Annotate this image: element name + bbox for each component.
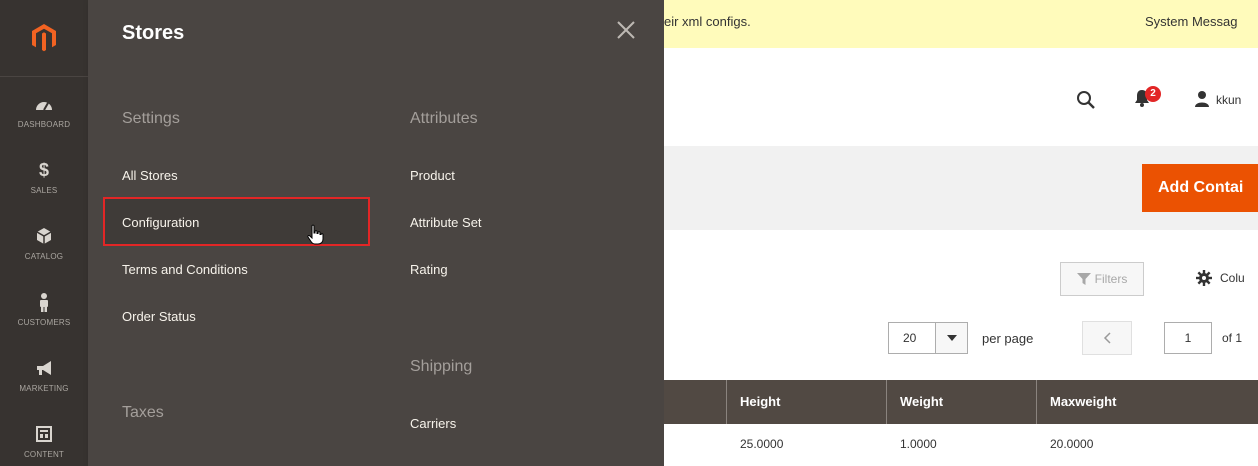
link-configuration[interactable]: Configuration (122, 215, 199, 230)
hand-cursor-icon (306, 224, 324, 251)
magento-logo[interactable] (0, 0, 88, 77)
column-header-weight[interactable]: Weight (900, 394, 943, 409)
magento-logo-icon (32, 24, 56, 52)
menu-item-catalog[interactable]: CATALOG (0, 209, 88, 275)
link-attribute-set[interactable]: Attribute Set (410, 215, 482, 230)
system-message-text: eir xml configs. (664, 14, 751, 29)
chevron-left-icon (1103, 332, 1111, 344)
menu-item-dashboard[interactable]: DASHBOARD (0, 77, 88, 143)
menu-item-label: DASHBOARD (17, 119, 71, 129)
username-label[interactable]: kkun (1216, 93, 1241, 107)
column-header-height[interactable]: Height (740, 394, 780, 409)
menu-item-label: SALES (30, 185, 58, 195)
layout-icon (32, 422, 56, 446)
admin-menu: DASHBOARD $ SALES CATALOG CUSTOMERS MARK… (0, 0, 88, 466)
search-icon (1077, 91, 1095, 109)
columns-button[interactable]: Colu (1196, 270, 1245, 286)
dollar-glyph: $ (38, 159, 49, 180)
flyout-title: Stores (122, 22, 185, 44)
notification-count-badge: 2 (1145, 86, 1161, 102)
cube-icon (32, 224, 56, 248)
page-number-input[interactable]: 1 (1164, 322, 1212, 354)
megaphone-icon (32, 356, 56, 380)
menu-item-content[interactable]: CONTENT (0, 407, 88, 466)
table-row[interactable]: 25.0000 1.0000 20.0000 (664, 424, 1258, 466)
column-divider (886, 380, 887, 424)
link-carriers[interactable]: Carriers (410, 416, 456, 431)
section-heading-attributes: Attributes (410, 110, 478, 127)
previous-page-button[interactable] (1082, 321, 1132, 355)
menu-item-label: CONTENT (23, 449, 65, 459)
menu-item-marketing[interactable]: MARKETING (0, 341, 88, 407)
page-actions-bar: Add Contai (664, 146, 1258, 230)
cell-maxweight: 20.0000 (1050, 437, 1094, 451)
menu-item-sales[interactable]: $ SALES (0, 143, 88, 209)
person-icon (32, 290, 56, 314)
link-terms-and-conditions[interactable]: Terms and Conditions (122, 262, 248, 277)
menu-item-label: CUSTOMERS (17, 317, 71, 327)
link-product[interactable]: Product (410, 168, 455, 183)
filters-button[interactable]: Filters (1060, 262, 1144, 296)
user-menu-button[interactable] (1194, 90, 1210, 113)
admin-app: DASHBOARD $ SALES CATALOG CUSTOMERS MARK… (0, 0, 1258, 466)
system-messages-link[interactable]: System Messag (1145, 14, 1237, 29)
content-area: eir xml configs. System Messag 2 kkun Ad… (664, 0, 1258, 466)
per-page-label: per page (982, 331, 1034, 346)
grid-header-row: Height Weight Maxweight (664, 380, 1258, 424)
menu-item-customers[interactable]: CUSTOMERS (0, 275, 88, 341)
section-heading-settings: Settings (122, 110, 180, 127)
column-divider (1036, 380, 1037, 424)
column-divider (726, 380, 727, 424)
close-button[interactable] (612, 16, 640, 44)
system-message-bar: eir xml configs. System Messag (664, 0, 1258, 48)
cell-weight: 1.0000 (900, 437, 937, 451)
stores-flyout: Stores Settings All Stores Configuration… (88, 0, 664, 466)
menu-item-label: MARKETING (19, 383, 69, 393)
page-header: 2 kkun (664, 48, 1258, 146)
dollar-icon: $ (32, 158, 56, 182)
user-icon (1195, 91, 1209, 107)
gear-icon (1196, 270, 1212, 286)
filter-funnel-icon (1076, 273, 1091, 285)
per-page-dropdown-button[interactable] (936, 322, 968, 354)
add-container-button[interactable]: Add Contai (1142, 164, 1258, 212)
columns-label: Colu (1220, 271, 1245, 285)
cell-height: 25.0000 (740, 437, 784, 451)
menu-item-label: CATALOG (24, 251, 64, 261)
search-button[interactable] (1076, 90, 1096, 115)
total-pages-label: of 1 (1222, 331, 1243, 345)
filters-label: Filters (1094, 272, 1128, 286)
close-icon (617, 21, 635, 39)
link-rating[interactable]: Rating (410, 262, 448, 277)
caret-down-icon (946, 335, 957, 341)
column-header-maxweight[interactable]: Maxweight (1050, 394, 1116, 409)
dashboard-icon (32, 92, 56, 116)
per-page-input[interactable]: 20 (888, 322, 936, 354)
section-heading-shipping: Shipping (410, 358, 473, 375)
link-all-stores[interactable]: All Stores (122, 168, 178, 183)
link-order-status[interactable]: Order Status (122, 309, 196, 324)
section-heading-taxes: Taxes (122, 404, 164, 421)
